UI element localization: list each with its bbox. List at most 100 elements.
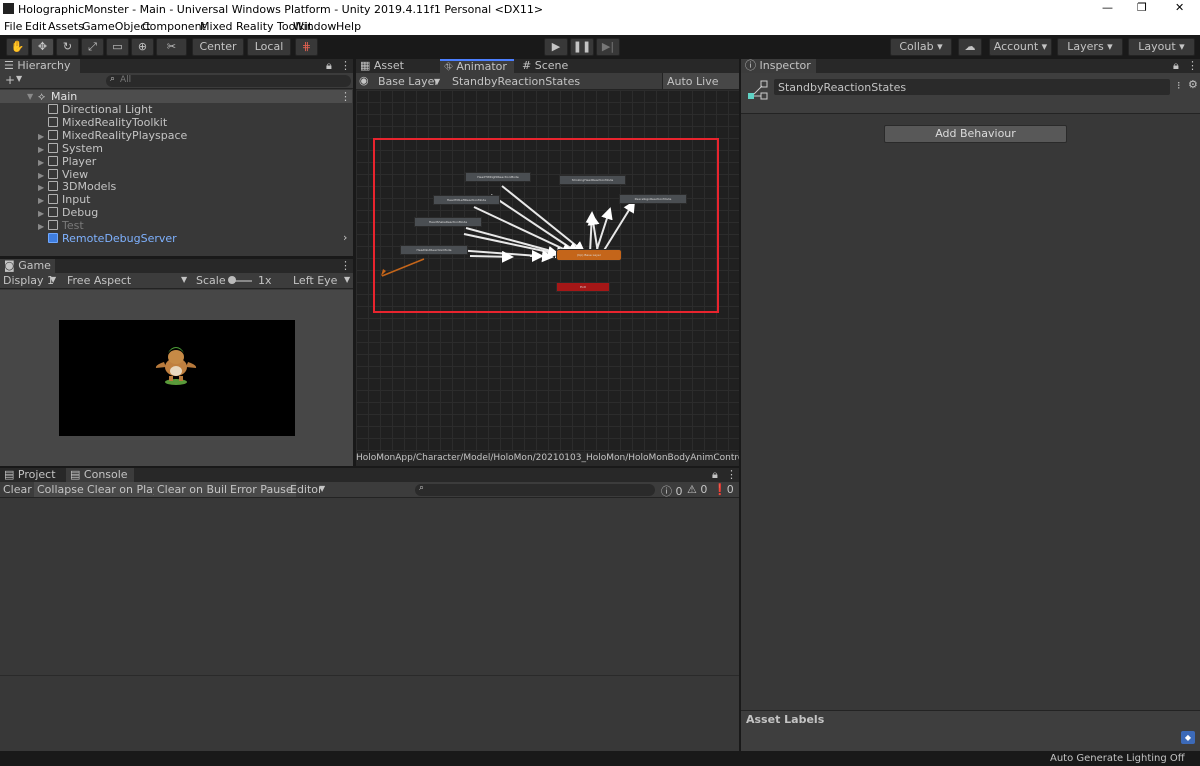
state-node-head-tilt-right[interactable]: HeadTiltRightReactionMode <box>465 172 531 182</box>
display-dropdown-icon[interactable]: ▼ <box>50 275 56 284</box>
eye-dropdown[interactable]: Left Eye <box>293 274 337 287</box>
state-name-field[interactable]: StandbyReactionStates <box>774 79 1170 95</box>
layers-dropdown[interactable]: Layers ▾ <box>1057 38 1123 56</box>
hierarchy-item[interactable]: ▶ System <box>0 142 352 155</box>
step-button[interactable]: ▶| <box>596 38 620 56</box>
rect-tool-icon[interactable]: ▭ <box>106 38 129 56</box>
hierarchy-item[interactable]: RemoteDebugServer <box>0 232 352 245</box>
clear-on-build-button[interactable]: Clear on Build <box>154 482 238 497</box>
label-tag-icon[interactable]: ◆ <box>1181 731 1195 744</box>
account-dropdown[interactable]: Account ▾ <box>989 38 1052 56</box>
pause-button[interactable]: ❚❚ <box>570 38 594 56</box>
console-detail-area[interactable] <box>0 675 739 751</box>
menu-file[interactable]: File <box>4 20 22 33</box>
create-button[interactable]: + <box>5 73 15 87</box>
kebab-menu-icon[interactable]: ⋮ <box>340 259 351 272</box>
animator-graph[interactable]: HeadTiltRightReactionMode StrokingHeadRe… <box>356 90 739 452</box>
scale-slider-thumb[interactable] <box>228 276 236 284</box>
minimize-button[interactable]: — <box>1102 1 1113 14</box>
state-node-head-shake[interactable]: HeadShakeReactionMode <box>414 217 482 227</box>
state-node-head-nod[interactable]: HeadNodReactionMode <box>400 245 468 255</box>
kebab-menu-icon[interactable]: ⋮ <box>726 468 737 481</box>
maximize-button[interactable]: ❐ <box>1137 1 1147 14</box>
kebab-menu-icon[interactable]: ⋮ <box>340 59 351 72</box>
state-node-head-tilt-left[interactable]: HeadTiltLeftReactionMode <box>433 195 500 205</box>
menu-component[interactable]: Component <box>142 20 206 33</box>
hierarchy-item[interactable]: ▶ Input <box>0 193 352 206</box>
transform-tool-icon[interactable]: ⊕ <box>131 38 154 56</box>
menu-assets[interactable]: Assets <box>48 20 84 33</box>
menu-gameobject[interactable]: GameObject <box>82 20 151 33</box>
clear-button[interactable]: Clear <box>3 483 32 496</box>
tab-animator[interactable]: ⛗ Animator <box>440 59 514 73</box>
close-button[interactable]: ✕ <box>1175 1 1184 14</box>
aspect-dropdown[interactable]: Free Aspect <box>67 274 131 287</box>
hierarchy-item[interactable]: ▶ Test <box>0 219 352 232</box>
lock-icon[interactable]: 🔒︎ <box>326 59 332 73</box>
kebab-menu-icon[interactable]: ⋮ <box>1187 59 1198 72</box>
move-tool-icon[interactable]: ✥ <box>31 38 54 56</box>
create-dropdown-icon[interactable]: ▼ <box>16 74 22 83</box>
tab-scene[interactable]: # Scene <box>518 59 576 73</box>
eye-dropdown-icon[interactable]: ▼ <box>344 275 350 284</box>
tab-asset-store[interactable]: ▦ Asset Store <box>356 59 436 85</box>
hierarchy-item[interactable]: ▶ View <box>0 168 352 181</box>
hierarchy-item[interactable]: MixedRealityToolkit <box>0 116 352 129</box>
console-search-input[interactable]: ⌕ <box>415 483 655 496</box>
menu-edit[interactable]: Edit <box>25 20 46 33</box>
menu-window[interactable]: Window <box>293 20 336 33</box>
state-node-stroking-head[interactable]: StrokingHeadReactionMode <box>559 175 626 185</box>
warning-count-toggle[interactable]: ⚠ 0 <box>687 483 707 496</box>
add-behaviour-button[interactable]: Add Behaviour <box>884 125 1067 143</box>
tab-inspector[interactable]: ⓘ Inspector <box>741 59 816 73</box>
tab-project[interactable]: ▤ Project <box>0 468 62 482</box>
error-count-toggle[interactable]: ❗0 <box>713 483 734 496</box>
hierarchy-item[interactable]: ▶ Debug <box>0 206 352 219</box>
hierarchy-item[interactable]: Directional Light <box>0 103 352 116</box>
settings-gear-icon[interactable]: ⚙ <box>1188 78 1198 91</box>
state-node-exit[interactable]: Exit <box>556 282 610 292</box>
pivot-center-button[interactable]: Center <box>192 38 244 56</box>
help-icon[interactable]: ⁝ <box>1177 79 1181 92</box>
error-pause-button[interactable]: Error Pause <box>227 482 296 497</box>
fold-arrow-icon[interactable]: ▼ <box>27 90 33 103</box>
hand-tool-icon[interactable]: ✋ <box>6 38 29 56</box>
scene-menu-icon[interactable]: ⋮ <box>340 90 351 103</box>
tab-game[interactable]: ◙ Game <box>0 259 55 273</box>
clear-on-play-button[interactable]: Clear on Play <box>84 482 163 497</box>
lock-icon[interactable]: 🔒︎ <box>712 468 718 482</box>
cloud-icon[interactable]: ☁ <box>958 38 982 56</box>
play-button[interactable]: ▶ <box>544 38 568 56</box>
display-dropdown[interactable]: Display 1 <box>3 274 54 287</box>
scene-row-main[interactable]: ▼ ⟡ Main ⋮ <box>0 90 352 103</box>
custom-tool-icon[interactable]: ✂ <box>156 38 187 56</box>
layout-dropdown[interactable]: Layout ▾ <box>1128 38 1195 56</box>
state-node-peace-sign[interactable]: PeaceSignReactionMode <box>619 194 687 204</box>
pivot-local-button[interactable]: Local <box>247 38 291 56</box>
expand-arrow-icon[interactable]: › <box>343 231 347 244</box>
rotate-tool-icon[interactable]: ↻ <box>56 38 79 56</box>
layer-breadcrumb[interactable]: Base Layer <box>378 75 439 88</box>
hierarchy-item[interactable]: ▶ 3DModels <box>0 180 352 193</box>
menu-help[interactable]: Help <box>336 20 361 33</box>
tab-console[interactable]: ▤ Console <box>66 468 134 482</box>
state-machine-breadcrumb[interactable]: StandbyReactionStates <box>452 75 580 88</box>
state-node-up-base-layer[interactable]: (Up) Base Layer <box>556 249 622 261</box>
console-log-area[interactable] <box>0 499 739 675</box>
collab-dropdown[interactable]: Collab ▾ <box>890 38 952 56</box>
editor-dropdown[interactable]: Editor <box>290 483 323 496</box>
eye-icon[interactable]: ◉ <box>359 74 369 87</box>
scale-tool-icon[interactable]: ⤢ <box>81 38 104 56</box>
collapse-button[interactable]: Collapse <box>34 482 87 497</box>
log-count-toggle[interactable]: ⓘ 0 <box>661 483 683 499</box>
hierarchy-search-input[interactable]: ⌕ All <box>106 74 351 87</box>
auto-live-link-button[interactable]: Auto Live Link <box>662 73 739 101</box>
hierarchy-item[interactable]: ▶ MixedRealityPlayspace <box>0 129 352 142</box>
aspect-dropdown-icon[interactable]: ▼ <box>181 275 187 284</box>
tab-hierarchy[interactable]: ☰ Hierarchy <box>0 59 80 73</box>
game-render[interactable] <box>59 320 295 436</box>
layer-dropdown-icon[interactable]: ▼ <box>434 77 440 86</box>
hierarchy-item[interactable]: ▶ Player <box>0 155 352 168</box>
editor-dropdown-icon[interactable]: ▼ <box>319 484 325 493</box>
snap-grid-icon[interactable]: ⋕ <box>295 38 318 56</box>
